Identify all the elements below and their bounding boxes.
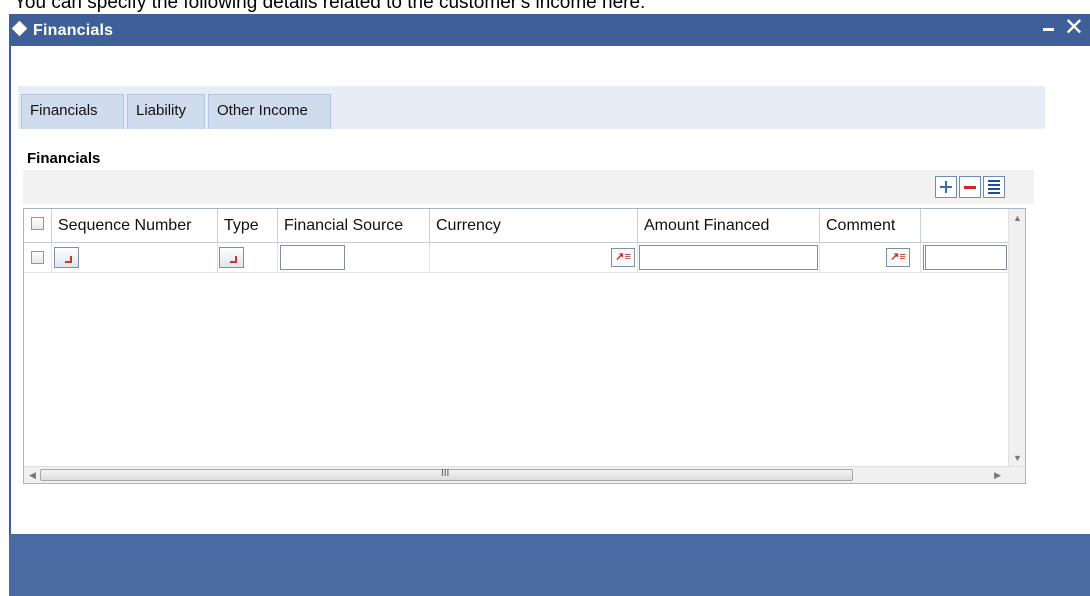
comment-edit-icon[interactable]: ↗≡ — [886, 248, 910, 267]
financials-grid: Sequence Number Type Financial Source Cu… — [23, 208, 1026, 484]
delete-row-button[interactable] — [959, 176, 981, 198]
document-intro-text: You can specify the following details re… — [14, 0, 646, 13]
window-footer — [9, 534, 1090, 596]
table-row — [24, 243, 52, 273]
financial-source-input[interactable] — [280, 245, 345, 270]
column-header-comment[interactable]: Comment — [820, 209, 921, 243]
currency-lookup-icon[interactable]: ↗≡ — [611, 248, 635, 267]
tab-bar: Financials Liability Other Income — [18, 86, 1045, 129]
vertical-scrollbar[interactable]: ▲ ▼ — [1008, 209, 1025, 467]
scrollbar-thumb[interactable]: III — [40, 468, 853, 481]
minimize-button[interactable] — [1043, 28, 1054, 31]
view-details-button[interactable] — [983, 176, 1005, 198]
extra-cell — [921, 243, 1010, 273]
window-border — [9, 46, 11, 596]
column-header-financial-source[interactable]: Financial Source — [278, 209, 430, 243]
section-title: Financials — [27, 150, 101, 167]
scroll-down-icon[interactable]: ▼ — [1013, 453, 1022, 463]
financials-window: Financials ✕ Financials Liability Other … — [9, 14, 1090, 596]
window-titlebar[interactable]: Financials ✕ — [9, 14, 1090, 46]
horizontal-scrollbar[interactable]: ◀ III ▶ — [24, 466, 1025, 483]
scrollbar-grip: III — [441, 468, 450, 479]
type-cell — [218, 243, 278, 273]
sequence-number-lov-button[interactable] — [54, 247, 79, 268]
amount-financed-input[interactable] — [639, 245, 818, 270]
comment-cell: ↗≡ — [820, 243, 921, 273]
diamond-icon — [11, 20, 28, 37]
column-header-sequence-number[interactable]: Sequence Number — [52, 209, 218, 243]
close-button[interactable]: ✕ — [1064, 16, 1084, 40]
add-row-button[interactable] — [935, 176, 957, 198]
sequence-number-cell — [52, 243, 218, 273]
grid-toolbar — [23, 170, 1034, 204]
tab-financials[interactable]: Financials — [21, 94, 124, 129]
column-header-currency[interactable]: Currency — [430, 209, 638, 243]
financial-source-cell — [278, 243, 430, 273]
amount-financed-cell — [638, 243, 820, 273]
tab-other-income[interactable]: Other Income — [208, 94, 331, 129]
select-all-checkbox[interactable] — [31, 217, 44, 230]
column-header-extra — [921, 209, 1010, 243]
scroll-left-icon[interactable]: ◀ — [29, 470, 36, 481]
type-lov-button[interactable] — [219, 247, 244, 268]
currency-cell: ↗≡ — [430, 243, 638, 273]
column-header-type[interactable]: Type — [218, 209, 278, 243]
select-all-header — [24, 209, 52, 243]
row-checkbox[interactable] — [31, 251, 44, 264]
tab-liability[interactable]: Liability — [127, 94, 205, 129]
window-title: Financials — [33, 22, 114, 39]
scroll-up-icon[interactable]: ▲ — [1013, 213, 1022, 223]
extra-input[interactable] — [923, 245, 1007, 270]
column-header-amount-financed[interactable]: Amount Financed — [638, 209, 820, 243]
scroll-right-icon[interactable]: ▶ — [994, 470, 1001, 481]
